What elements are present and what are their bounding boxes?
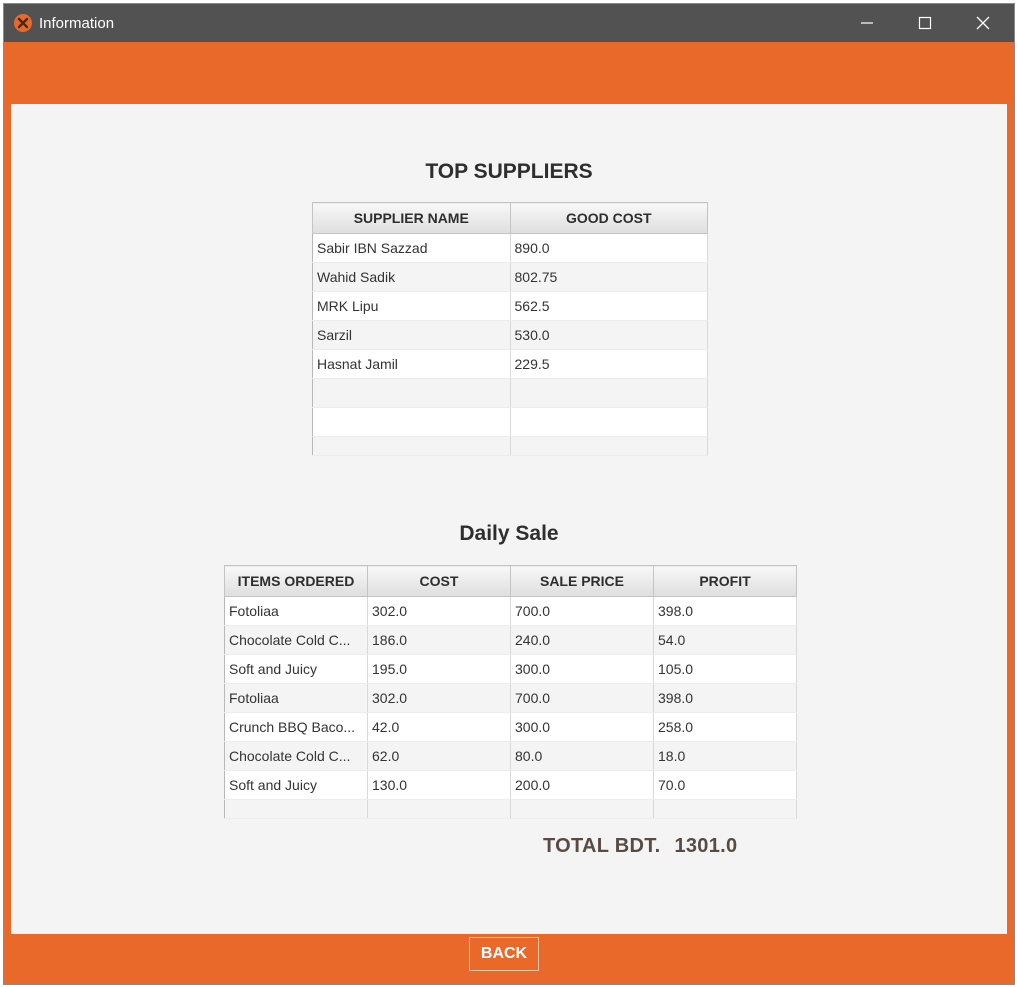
item-cell: Chocolate Cold C... xyxy=(224,741,368,771)
table-header-row: SUPPLIER NAME GOOD COST xyxy=(312,202,708,234)
column-header-items-ordered[interactable]: ITEMS ORDERED xyxy=(224,565,368,597)
suppliers-table[interactable]: SUPPLIER NAME GOOD COST Sabir IBN Sazzad… xyxy=(312,202,708,456)
item-cell: Fotoliaa xyxy=(224,683,368,713)
table-row[interactable]: Hasnat Jamil 229.5 xyxy=(312,349,708,379)
minimize-icon xyxy=(861,22,873,24)
supplier-name-cell: Sabir IBN Sazzad xyxy=(312,233,511,263)
main-content: TOP SUPPLIERS SUPPLIER NAME GOOD COST Sa… xyxy=(11,104,1007,934)
daily-sale-table[interactable]: ITEMS ORDERED COST SALE PRICE PROFIT Fot… xyxy=(224,565,797,819)
sale-price-cell: 700.0 xyxy=(510,683,654,713)
table-row[interactable]: Chocolate Cold C... 62.0 80.0 18.0 xyxy=(224,741,797,771)
window-title: Information xyxy=(39,15,115,32)
column-header-supplier-name[interactable]: SUPPLIER NAME xyxy=(312,202,511,234)
good-cost-cell: 890.0 xyxy=(510,233,708,263)
cost-cell: 195.0 xyxy=(367,654,511,684)
table-row[interactable]: Wahid Sadik 802.75 xyxy=(312,262,708,292)
profit-cell: 54.0 xyxy=(653,625,797,655)
table-row[interactable]: Fotoliaa 302.0 700.0 398.0 xyxy=(224,596,797,626)
good-cost-cell: 229.5 xyxy=(510,349,708,379)
supplier-name-cell: Hasnat Jamil xyxy=(312,349,511,379)
item-cell: Fotoliaa xyxy=(224,596,368,626)
back-button[interactable]: BACK xyxy=(469,937,539,971)
empty-row xyxy=(312,378,708,408)
table-row[interactable]: Crunch BBQ Baco... 42.0 300.0 258.0 xyxy=(224,712,797,742)
table-row[interactable]: Soft and Juicy 195.0 300.0 105.0 xyxy=(224,654,797,684)
sale-price-cell: 80.0 xyxy=(510,741,654,771)
cost-cell: 42.0 xyxy=(367,712,511,742)
item-cell: Crunch BBQ Baco... xyxy=(224,712,368,742)
table-row[interactable]: Soft and Juicy 130.0 200.0 70.0 xyxy=(224,770,797,800)
profit-cell: 258.0 xyxy=(653,712,797,742)
table-row[interactable]: MRK Lipu 562.5 xyxy=(312,291,708,321)
maximize-icon xyxy=(918,16,932,30)
total-value: 1301.0 xyxy=(674,835,738,857)
item-cell: Chocolate Cold C... xyxy=(224,625,368,655)
table-row[interactable]: Sarzil 530.0 xyxy=(312,320,708,350)
item-cell: Soft and Juicy xyxy=(224,770,368,800)
profit-cell: 398.0 xyxy=(653,596,797,626)
title-bar[interactable]: Information xyxy=(4,4,1014,42)
profit-cell: 18.0 xyxy=(653,741,797,771)
profit-cell: 398.0 xyxy=(653,683,797,713)
sale-price-cell: 240.0 xyxy=(510,625,654,655)
table-row[interactable]: Sabir IBN Sazzad 890.0 xyxy=(312,233,708,263)
column-header-sale-price[interactable]: SALE PRICE xyxy=(510,565,654,597)
item-cell: Soft and Juicy xyxy=(224,654,368,684)
cost-cell: 130.0 xyxy=(367,770,511,800)
minimize-button[interactable] xyxy=(838,4,896,42)
daily-sale-title: Daily Sale xyxy=(459,522,559,545)
column-header-profit[interactable]: PROFIT xyxy=(653,565,797,597)
cost-cell: 62.0 xyxy=(367,741,511,771)
table-header-row: ITEMS ORDERED COST SALE PRICE PROFIT xyxy=(224,565,797,597)
supplier-name-cell: Sarzil xyxy=(312,320,511,350)
supplier-name-cell: MRK Lipu xyxy=(312,291,511,321)
empty-row xyxy=(312,407,708,437)
sale-price-cell: 700.0 xyxy=(510,596,654,626)
good-cost-cell: 562.5 xyxy=(510,291,708,321)
maximize-button[interactable] xyxy=(896,4,954,42)
table-row[interactable]: Fotoliaa 302.0 700.0 398.0 xyxy=(224,683,797,713)
column-header-cost[interactable]: COST xyxy=(367,565,511,597)
empty-row xyxy=(224,799,797,819)
cost-cell: 302.0 xyxy=(367,683,511,713)
cost-cell: 302.0 xyxy=(367,596,511,626)
sale-price-cell: 200.0 xyxy=(510,770,654,800)
total-label: TOTAL BDT. xyxy=(543,835,661,857)
information-window: Information TOP SUPPLIERS SUPPLIER NAME … xyxy=(3,3,1015,985)
good-cost-cell: 802.75 xyxy=(510,262,708,292)
column-header-good-cost[interactable]: GOOD COST xyxy=(509,202,708,234)
supplier-name-cell: Wahid Sadik xyxy=(312,262,511,292)
profit-cell: 70.0 xyxy=(653,770,797,800)
total-summary: TOTAL BDT. 1301.0 xyxy=(543,835,737,858)
empty-row xyxy=(312,436,708,456)
sale-price-cell: 300.0 xyxy=(510,712,654,742)
good-cost-cell: 530.0 xyxy=(510,320,708,350)
close-icon xyxy=(976,16,990,30)
profit-cell: 105.0 xyxy=(653,654,797,684)
table-row[interactable]: Chocolate Cold C... 186.0 240.0 54.0 xyxy=(224,625,797,655)
cost-cell: 186.0 xyxy=(367,625,511,655)
top-suppliers-title: TOP SUPPLIERS xyxy=(425,160,593,183)
sale-price-cell: 300.0 xyxy=(510,654,654,684)
app-logo-icon xyxy=(14,14,32,32)
close-button[interactable] xyxy=(954,4,1012,42)
